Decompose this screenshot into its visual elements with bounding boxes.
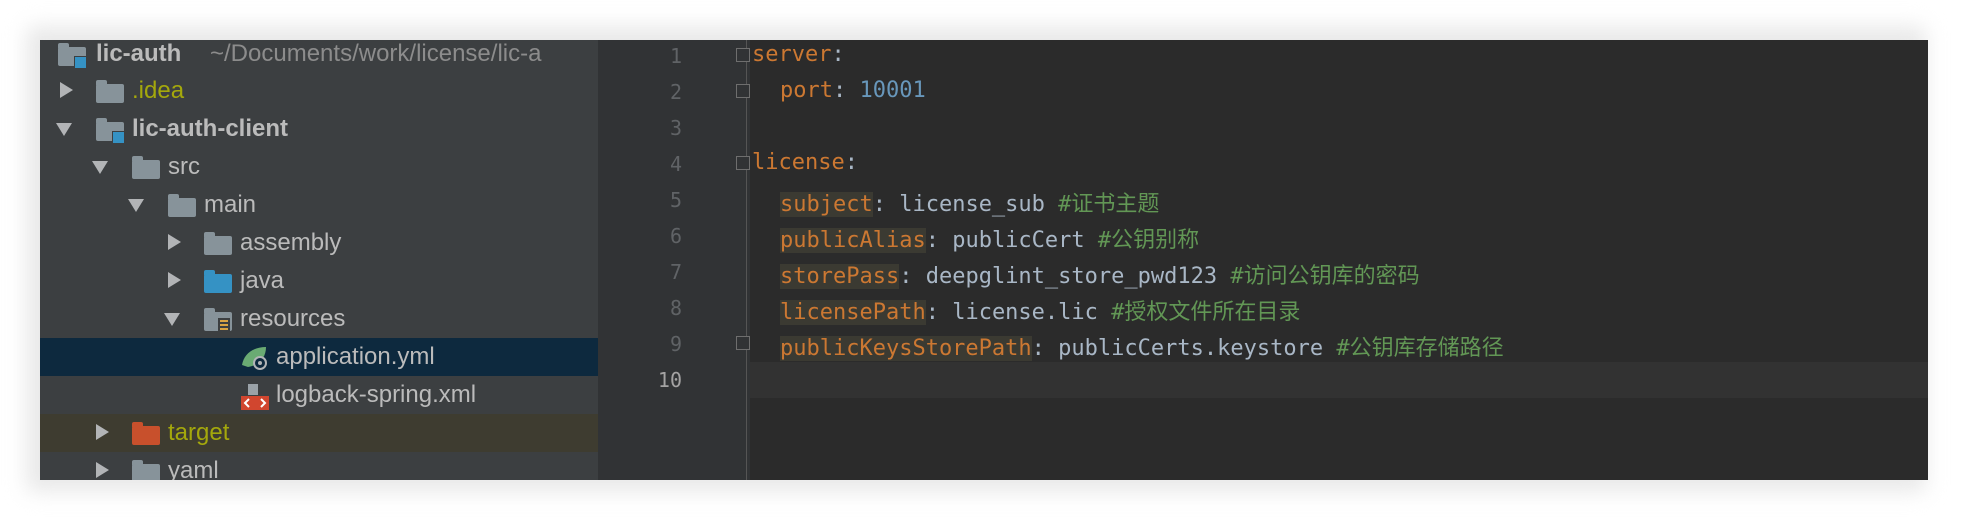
folder-icon (132, 459, 160, 480)
yaml-sep: : (831, 42, 845, 67)
line-number: 9 (669, 332, 682, 356)
yaml-value: license_sub (899, 192, 1045, 217)
tree-item-label: main (204, 191, 257, 218)
root-name: lic-auth (96, 40, 182, 67)
tree-item-assembly[interactable]: assembly (40, 224, 598, 262)
tree-item-label: lic-auth-client (132, 115, 289, 142)
yaml-comment: #证书主题 (1058, 192, 1160, 217)
yaml-comment: #访问公钥库的密码 (1230, 264, 1420, 289)
collapse-arrow-icon[interactable] (56, 123, 72, 136)
tree-item-lic-auth-client[interactable]: lic-auth-client (40, 110, 598, 148)
fold-marker-icon[interactable] (736, 156, 750, 170)
line-number: 5 (669, 188, 682, 212)
yaml-comment: #公钥别称 (1097, 228, 1200, 253)
yaml-key: subject (780, 192, 873, 217)
yaml-value: publicCerts.keystore (1058, 336, 1324, 361)
yaml-value: publicCert (952, 228, 1085, 253)
code-line[interactable]: licensePath: license.lic #授权文件所在目录 (780, 294, 1300, 326)
yaml-key: publicKeysStorePath (780, 336, 1032, 361)
tree-item-label: yaml (168, 457, 219, 480)
collapse-arrow-icon[interactable] (128, 199, 144, 212)
line-number: 1 (669, 44, 682, 68)
yaml-sep: : (899, 264, 926, 289)
tree-item-label: logback-spring.xml (276, 381, 477, 408)
tree-item-application-yml[interactable]: application.yml (40, 338, 598, 376)
yaml-comment: #授权文件所在目录 (1111, 300, 1301, 325)
source-folder-icon (204, 269, 232, 293)
yaml-sep: : (925, 300, 953, 325)
yaml-key: licensePath (780, 300, 926, 325)
line-number: 8 (669, 296, 682, 320)
tree-item-yaml[interactable]: yaml (40, 452, 598, 480)
line-number: 4 (669, 152, 682, 176)
yaml-value: license.lic (952, 300, 1098, 325)
project-tree[interactable]: lic-auth ~/Documents/work/license/lic-a … (40, 40, 598, 480)
yaml-key: server (752, 42, 832, 67)
xml-file-icon (240, 383, 269, 410)
ide-window: lic-auth ~/Documents/work/license/lic-a … (40, 40, 1928, 480)
code-line[interactable]: subject: license_sub #证书主题 (780, 186, 1159, 218)
excluded-folder-icon (132, 421, 160, 445)
line-number-current: 10 (657, 368, 682, 392)
yaml-key: publicAlias (780, 228, 926, 253)
expand-arrow-icon[interactable] (60, 82, 73, 98)
expand-arrow-icon[interactable] (96, 424, 109, 440)
line-number: 6 (669, 224, 682, 248)
collapse-arrow-icon[interactable] (164, 313, 180, 326)
tree-item-label: assembly (240, 229, 342, 256)
tree-item-target[interactable]: target (40, 414, 598, 452)
tree-root-row[interactable]: lic-auth ~/Documents/work/license/lic-a (40, 40, 598, 73)
yaml-key: storePass (780, 264, 900, 289)
tree-item-label: src (168, 153, 200, 180)
tree-item-logback-spring-xml[interactable]: logback-spring.xml (40, 376, 598, 414)
spring-config-icon (240, 345, 268, 370)
line-number: 2 (669, 80, 682, 104)
yaml-sep: : (844, 150, 858, 175)
tree-item-resources[interactable]: resources (40, 300, 598, 338)
resources-folder-icon (204, 307, 232, 332)
folder-icon (96, 79, 124, 103)
expand-arrow-icon[interactable] (96, 462, 109, 478)
folder-icon (132, 155, 160, 179)
code-line[interactable]: publicKeysStorePath: publicCerts.keystor… (780, 330, 1504, 362)
module-folder-icon (58, 42, 87, 69)
yaml-key: license (752, 150, 845, 175)
folder-icon (204, 231, 232, 255)
tree-item-idea[interactable]: .idea (40, 72, 598, 110)
expand-arrow-icon[interactable] (168, 272, 181, 288)
yaml-sep: : (1031, 336, 1059, 361)
line-number: 3 (669, 116, 682, 140)
code-line[interactable]: publicAlias: publicCert #公钥别称 (780, 222, 1199, 254)
code-line[interactable]: license: (752, 150, 858, 175)
yaml-value: 10001 (859, 78, 926, 103)
current-line-highlight (750, 362, 1928, 398)
tree-item-label: java (240, 267, 285, 294)
tree-item-label: target (168, 419, 230, 446)
fold-end-marker-icon[interactable] (736, 336, 750, 350)
yaml-sep: : (872, 192, 900, 217)
fold-marker-icon[interactable] (736, 48, 750, 62)
code-line[interactable]: server: (752, 42, 845, 67)
tree-item-java[interactable]: java (40, 262, 598, 300)
line-number: 7 (669, 260, 682, 284)
tree-item-label: resources (240, 305, 346, 332)
yaml-value: deepglint_store_pwd123 (925, 264, 1218, 289)
tree-item-main[interactable]: main (40, 186, 598, 224)
yaml-key: port (780, 78, 833, 103)
folder-icon (168, 193, 196, 217)
root-path: ~/Documents/work/license/lic-a (210, 40, 542, 67)
fold-end-marker-icon[interactable] (736, 84, 750, 98)
yaml-sep: : (925, 228, 953, 253)
code-line[interactable]: storePass: deepglint_store_pwd123 #访问公钥库… (780, 258, 1420, 290)
tree-item-label: .idea (132, 77, 185, 104)
tree-item-src[interactable]: src (40, 148, 598, 186)
collapse-arrow-icon[interactable] (92, 161, 108, 174)
yaml-sep: : (832, 78, 860, 103)
tree-item-label: application.yml (276, 343, 435, 370)
expand-arrow-icon[interactable] (168, 234, 181, 250)
gutter-divider (746, 40, 747, 480)
yaml-comment: #公钥库存储路径 (1336, 336, 1504, 361)
module-folder-icon (96, 117, 125, 144)
code-line[interactable]: port: 10001 (780, 78, 926, 103)
